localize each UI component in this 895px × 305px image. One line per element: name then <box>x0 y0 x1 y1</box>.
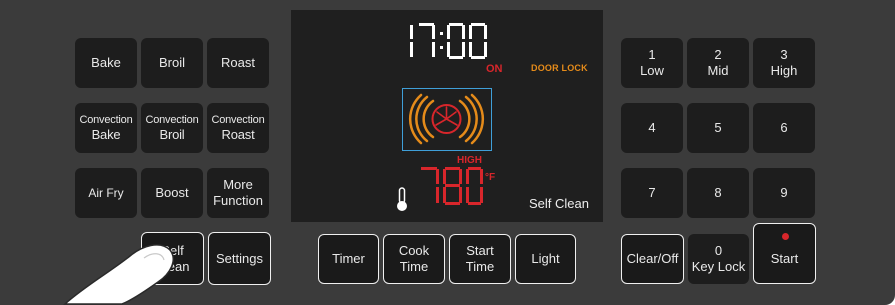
number-9-digit: 9 <box>780 185 788 200</box>
door-lock-indicator: DOOR LOCK <box>531 63 588 73</box>
number-3-digit: 3 <box>780 47 788 62</box>
roast-button[interactable]: Roast <box>207 38 269 88</box>
number-2-digit: 2 <box>714 47 722 62</box>
number-3-label: High <box>770 63 798 78</box>
boost-label: Boost <box>155 185 189 200</box>
start-button[interactable]: Start <box>753 223 816 284</box>
number-2-label: Mid <box>707 63 729 78</box>
number-5-digit: 5 <box>714 120 722 135</box>
convection-roast-label-1: Convection <box>211 114 265 126</box>
number-5-button[interactable]: 5 <box>687 103 749 153</box>
thermometer-icon <box>397 187 407 211</box>
key-lock-button[interactable]: 0 Key Lock <box>688 234 749 284</box>
clock-readout <box>410 23 487 59</box>
number-1-button[interactable]: 1 Low <box>621 38 683 88</box>
number-9-button[interactable]: 9 <box>753 168 815 218</box>
number-4-digit: 4 <box>648 120 656 135</box>
convection-broil-label-1: Convection <box>145 114 199 126</box>
number-8-digit: 8 <box>714 185 722 200</box>
start-time-label-2: Time <box>465 259 495 274</box>
zero-digit: 0 <box>714 243 723 258</box>
number-2-button[interactable]: 2 Mid <box>687 38 749 88</box>
key-lock-label: Key Lock <box>691 259 746 274</box>
air-fry-label: Air Fry <box>88 186 124 200</box>
level-indicator: HIGH <box>457 155 482 166</box>
convection-roast-button[interactable]: Convection Roast <box>207 103 269 153</box>
number-6-digit: 6 <box>780 120 788 135</box>
timer-button[interactable]: Timer <box>318 234 379 284</box>
convection-bake-label-2: Bake <box>91 127 121 142</box>
start-label: Start <box>770 250 799 266</box>
broil-label: Broil <box>158 55 185 70</box>
oven-display: ON DOOR LOCK HIGH °F Self Clean <box>291 10 603 222</box>
start-time-label-1: Start <box>466 243 494 258</box>
convection-broil-label-2: Broil <box>159 127 185 142</box>
light-button[interactable]: Light <box>515 234 576 284</box>
oven-control-panel: Bake Broil Roast Convection Bake Convect… <box>0 0 895 305</box>
roast-label: Roast <box>221 55 255 70</box>
convection-bake-label-1: Convection <box>79 114 133 126</box>
temperature-unit: °F <box>485 172 496 183</box>
number-3-button[interactable]: 3 High <box>753 38 815 88</box>
fan-icon <box>402 88 492 151</box>
timer-label: Timer <box>332 251 365 266</box>
convection-roast-label-2: Roast <box>221 127 255 142</box>
on-indicator: ON <box>486 63 503 75</box>
settings-button[interactable]: Settings <box>208 232 271 285</box>
clear-off-label: Clear/Off <box>626 251 679 266</box>
more-function-button[interactable]: More Function <box>207 168 269 218</box>
more-function-label-1: More <box>223 177 253 192</box>
number-7-button[interactable]: 7 <box>621 168 683 218</box>
cook-time-button[interactable]: Cook Time <box>383 234 445 284</box>
number-7-digit: 7 <box>648 185 656 200</box>
bake-button[interactable]: Bake <box>75 38 137 88</box>
number-1-digit: 1 <box>648 47 656 62</box>
air-fry-button[interactable]: Air Fry <box>75 168 137 218</box>
temperature-readout <box>421 167 483 205</box>
light-label: Light <box>531 251 560 266</box>
more-function-label-2: Function <box>213 193 263 208</box>
start-time-button[interactable]: Start Time <box>449 234 511 284</box>
number-4-button[interactable]: 4 <box>621 103 683 153</box>
pointing-finger-icon <box>63 244 174 305</box>
convection-broil-button[interactable]: Convection Broil <box>141 103 203 153</box>
start-indicator-light <box>782 233 789 240</box>
number-8-button[interactable]: 8 <box>687 168 749 218</box>
clear-off-button[interactable]: Clear/Off <box>621 234 684 284</box>
bake-label: Bake <box>91 55 121 70</box>
cook-time-label-1: Cook <box>398 243 430 258</box>
settings-label: Settings <box>216 250 263 266</box>
boost-button[interactable]: Boost <box>141 168 203 218</box>
number-6-button[interactable]: 6 <box>753 103 815 153</box>
number-1-label: Low <box>640 63 664 78</box>
broil-button[interactable]: Broil <box>141 38 203 88</box>
cook-time-label-2: Time <box>399 259 429 274</box>
convection-bake-button[interactable]: Convection Bake <box>75 103 137 153</box>
mode-indicator: Self Clean <box>529 196 589 211</box>
